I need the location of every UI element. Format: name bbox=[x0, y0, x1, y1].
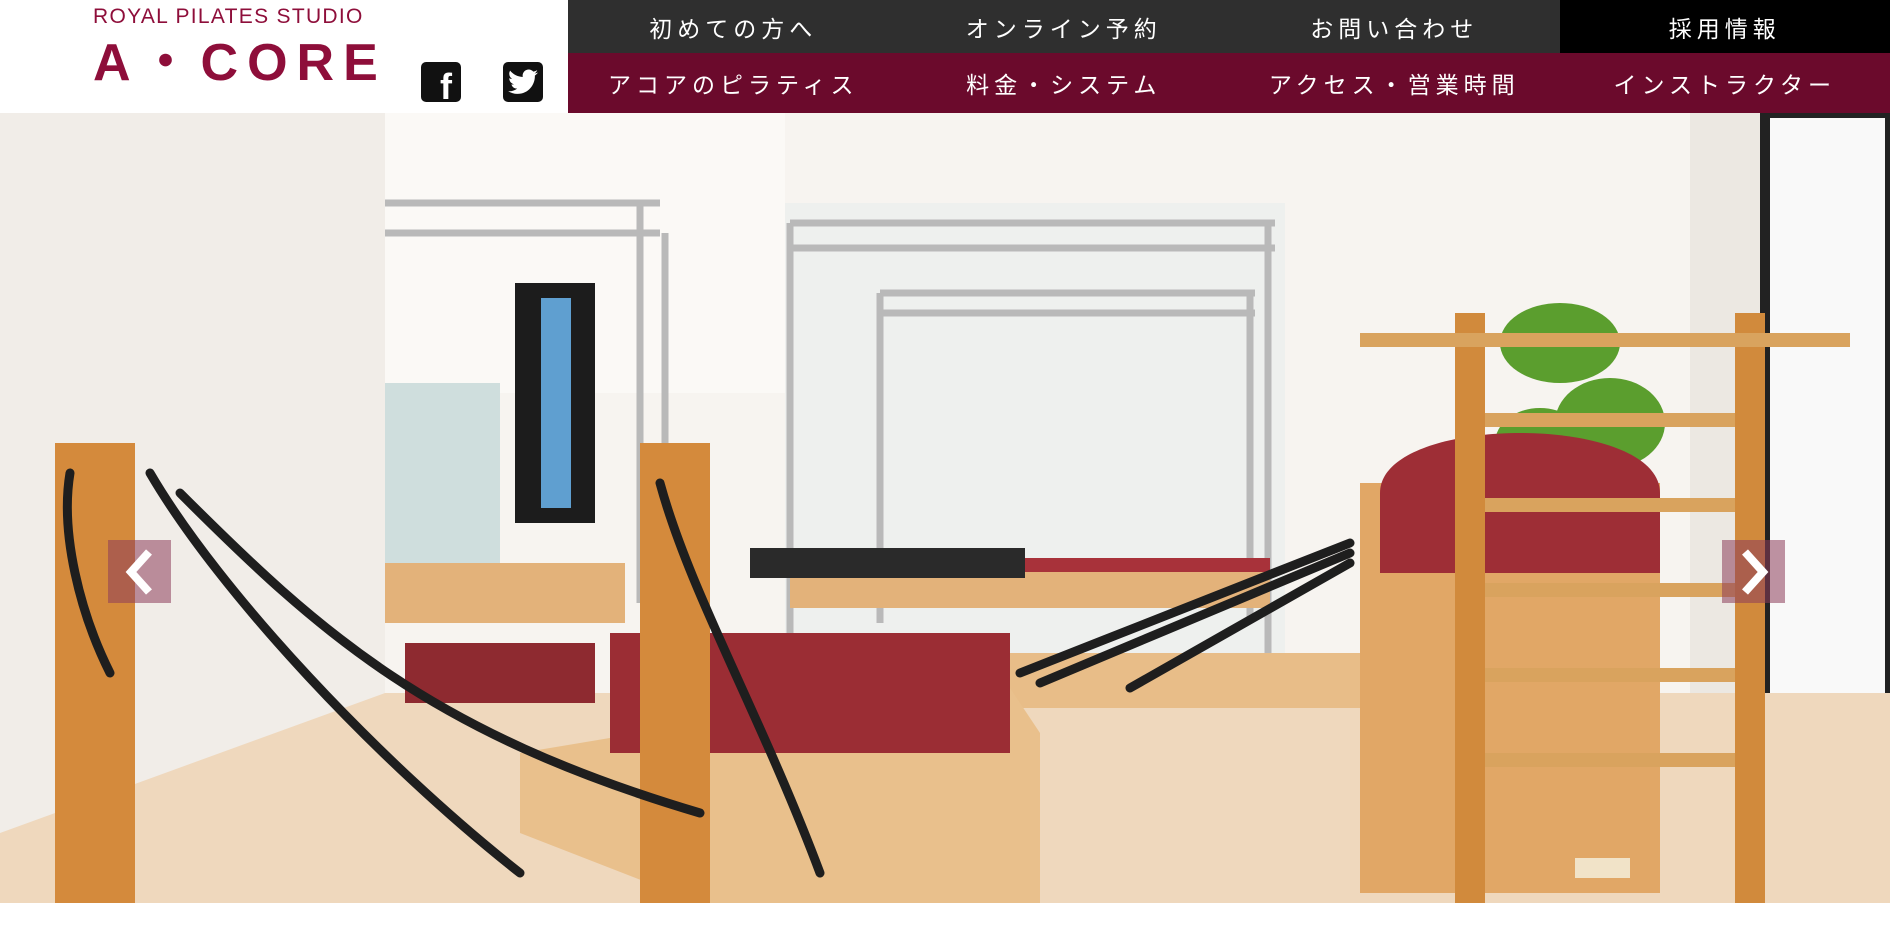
chevron-right-icon bbox=[1741, 548, 1768, 595]
nav-instructors[interactable]: インストラクター bbox=[1560, 53, 1890, 113]
hero-slider bbox=[0, 113, 1890, 903]
brand-name: A・CORE bbox=[93, 34, 387, 92]
nav-recruitment[interactable]: 採用情報 bbox=[1559, 0, 1890, 53]
nav-top-row: 初めての方へ オンライン予約 お問い合わせ 採用情報 bbox=[568, 0, 1890, 53]
facebook-link[interactable]: f bbox=[421, 62, 461, 107]
twitter-icon bbox=[508, 69, 538, 94]
chevron-left-icon bbox=[125, 548, 152, 595]
nav-acore-pilates[interactable]: アコアのピラティス bbox=[568, 53, 899, 113]
nav-first-visit[interactable]: 初めての方へ bbox=[568, 0, 899, 53]
slider-next-button[interactable] bbox=[1722, 540, 1785, 603]
nav-online-booking[interactable]: オンライン予約 bbox=[899, 0, 1230, 53]
nav-pricing-system[interactable]: 料金・システム bbox=[899, 53, 1230, 113]
nav-contact[interactable]: お問い合わせ bbox=[1229, 0, 1560, 53]
facebook-icon: f bbox=[440, 66, 452, 107]
hero-studio-photo bbox=[0, 113, 1890, 903]
nav-bottom-row: アコアのピラティス 料金・システム アクセス・営業時間 インストラクター bbox=[568, 53, 1890, 113]
main-nav: 初めての方へ オンライン予約 お問い合わせ 採用情報 アコアのピラティス 料金・… bbox=[568, 0, 1890, 113]
site-header: ROYAL PILATES STUDIO A・CORE f 初めての方へ オンラ… bbox=[0, 0, 1890, 113]
twitter-link[interactable] bbox=[503, 62, 543, 102]
slider-prev-button[interactable] bbox=[108, 540, 171, 603]
site-logo[interactable]: ROYAL PILATES STUDIO A・CORE bbox=[93, 5, 387, 95]
brand-tagline: ROYAL PILATES STUDIO bbox=[93, 5, 364, 28]
nav-access-hours[interactable]: アクセス・営業時間 bbox=[1229, 53, 1560, 113]
